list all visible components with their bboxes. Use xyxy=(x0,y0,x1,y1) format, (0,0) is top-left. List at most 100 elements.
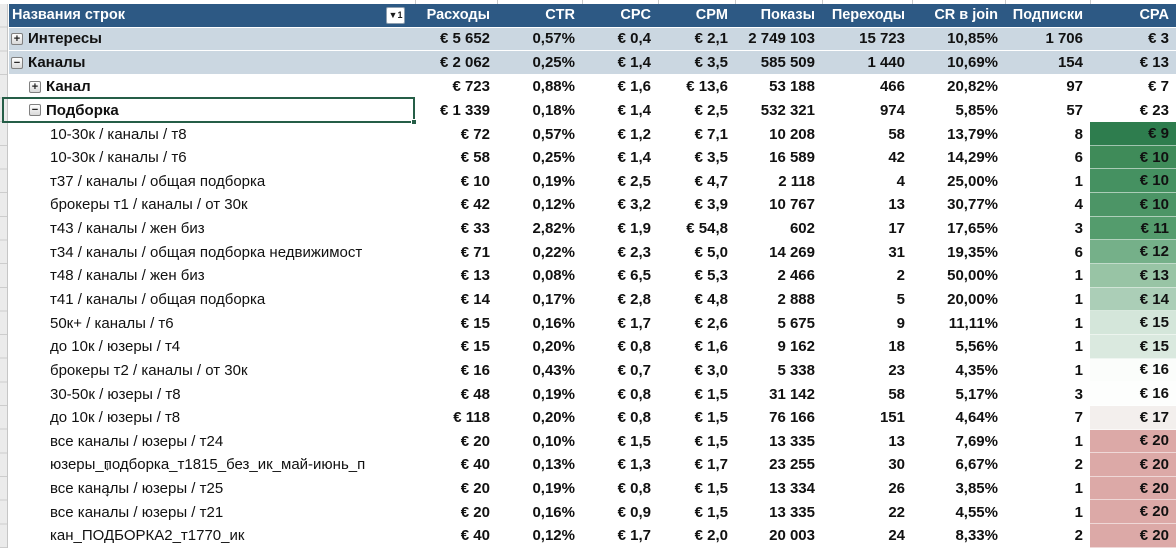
cell-subscriptions[interactable]: 8 xyxy=(1005,122,1090,146)
cell-ctr[interactable]: 0,19% xyxy=(497,382,582,406)
cell-ctr[interactable]: 0,08% xyxy=(497,264,582,288)
cell-expenses[interactable]: € 40 xyxy=(415,524,497,548)
cell-cpa[interactable]: € 20 xyxy=(1090,524,1176,548)
cell-cr-join[interactable]: 8,33% xyxy=(912,524,1005,548)
cell-impressions[interactable]: 9 162 xyxy=(735,335,822,359)
cell-impressions[interactable]: 53 188 xyxy=(735,75,822,99)
row-label-cell[interactable]: все каналы / юзеры / т25 xyxy=(9,477,415,501)
cell-impressions[interactable]: 2 466 xyxy=(735,264,822,288)
cell-cpa[interactable]: € 15 xyxy=(1090,311,1176,335)
cell-clicks[interactable]: 26 xyxy=(822,477,912,501)
cell-cr-join[interactable]: 6,67% xyxy=(912,453,1005,477)
cell-subscriptions[interactable]: 57 xyxy=(1005,99,1090,123)
cell-impressions[interactable]: 2 749 103 xyxy=(735,28,822,51)
cell-cpm[interactable]: € 2,1 xyxy=(658,28,735,51)
cell-cpa[interactable]: € 15 xyxy=(1090,334,1176,359)
cell-cpa[interactable]: € 11 xyxy=(1090,216,1176,241)
cell-cpa[interactable]: € 16 xyxy=(1090,358,1176,383)
cell-subscriptions[interactable]: 1 xyxy=(1005,500,1090,524)
cell-impressions[interactable]: 23 255 xyxy=(735,453,822,477)
cell-cr-join[interactable]: 4,35% xyxy=(912,359,1005,383)
cell-ctr[interactable]: 0,20% xyxy=(497,335,582,359)
cell-impressions[interactable]: 16 589 xyxy=(735,146,822,170)
cell-expenses[interactable]: € 14 xyxy=(415,288,497,312)
cell-cr-join[interactable]: 10,69% xyxy=(912,51,1005,74)
cell-cr-join[interactable]: 3,85% xyxy=(912,477,1005,501)
cell-cpm[interactable]: € 1,6 xyxy=(658,335,735,359)
cell-subscriptions[interactable]: 1 xyxy=(1005,288,1090,312)
cell-cpa[interactable]: € 13 xyxy=(1090,51,1176,74)
cell-cpc[interactable]: € 0,8 xyxy=(582,335,658,359)
cell-cr-join[interactable]: 50,00% xyxy=(912,264,1005,288)
cell-expenses[interactable]: € 1 339 xyxy=(415,99,497,123)
cell-cpm[interactable]: € 2,0 xyxy=(658,524,735,548)
cell-clicks[interactable]: 23 xyxy=(822,359,912,383)
cell-clicks[interactable]: 58 xyxy=(822,122,912,146)
row-label-cell[interactable]: т37 / каналы / общая подборка xyxy=(9,169,415,193)
row-label-cell[interactable]: брокеры т1 / каналы / от 30к xyxy=(9,193,415,217)
cell-cpa[interactable]: € 13 xyxy=(1090,264,1176,288)
cell-expenses[interactable]: € 5 652 xyxy=(415,28,497,51)
cell-cpm[interactable]: € 4,7 xyxy=(658,169,735,193)
cell-subscriptions[interactable]: 1 xyxy=(1005,477,1090,501)
cell-cpa[interactable]: € 23 xyxy=(1090,99,1176,123)
cell-cr-join[interactable]: 5,17% xyxy=(912,382,1005,406)
collapse-icon[interactable]: − xyxy=(29,104,41,117)
column-header-impressions[interactable]: Показы xyxy=(735,4,822,27)
column-header-cr-join[interactable]: CR в join xyxy=(912,4,1005,27)
cell-cpc[interactable]: € 1,2 xyxy=(582,122,658,146)
cell-impressions[interactable]: 76 166 xyxy=(735,406,822,430)
cell-cpc[interactable]: € 1,4 xyxy=(582,51,658,74)
cell-clicks[interactable]: 24 xyxy=(822,524,912,548)
cell-clicks[interactable]: 58 xyxy=(822,382,912,406)
cell-cr-join[interactable]: 25,00% xyxy=(912,169,1005,193)
cell-cpa[interactable]: € 7 xyxy=(1090,75,1176,99)
cell-expenses[interactable]: € 13 xyxy=(415,264,497,288)
cell-subscriptions[interactable]: 4 xyxy=(1005,193,1090,217)
cell-cpm[interactable]: € 3,9 xyxy=(658,193,735,217)
cell-expenses[interactable]: € 71 xyxy=(415,240,497,264)
cell-cpm[interactable]: € 1,5 xyxy=(658,500,735,524)
cell-cpa[interactable]: € 12 xyxy=(1090,240,1176,265)
cell-cr-join[interactable]: 19,35% xyxy=(912,240,1005,264)
cell-cpm[interactable]: € 54,8 xyxy=(658,217,735,241)
cell-subscriptions[interactable]: 3 xyxy=(1005,382,1090,406)
cell-cr-join[interactable]: 7,69% xyxy=(912,430,1005,454)
cell-subscriptions[interactable]: 154 xyxy=(1005,51,1090,74)
cell-clicks[interactable]: 31 xyxy=(822,240,912,264)
cell-clicks[interactable]: 2 xyxy=(822,264,912,288)
cell-cpa[interactable]: € 16 xyxy=(1090,382,1176,406)
column-header-cpm[interactable]: CPM xyxy=(658,4,735,27)
row-label-cell[interactable]: до 10к / юзеры / т8 xyxy=(9,406,415,430)
cell-cr-join[interactable]: 5,85% xyxy=(912,99,1005,123)
cell-cpm[interactable]: € 2,6 xyxy=(658,311,735,335)
row-label-cell[interactable]: + Интересы xyxy=(9,28,415,51)
cell-cpm[interactable]: € 3,5 xyxy=(658,146,735,170)
cell-subscriptions[interactable]: 97 xyxy=(1005,75,1090,99)
cell-cpa[interactable]: € 10 xyxy=(1090,169,1176,194)
cell-cpc[interactable]: € 0,8 xyxy=(582,477,658,501)
cell-cr-join[interactable]: 5,56% xyxy=(912,335,1005,359)
row-label-cell[interactable]: − Подборка xyxy=(9,99,415,123)
cell-cr-join[interactable]: 17,65% xyxy=(912,217,1005,241)
cell-cpm[interactable]: € 13,6 xyxy=(658,75,735,99)
cell-cpm[interactable]: € 1,5 xyxy=(658,406,735,430)
cell-subscriptions[interactable]: 6 xyxy=(1005,240,1090,264)
cell-cpm[interactable]: € 3,5 xyxy=(658,51,735,74)
row-label-cell[interactable]: т43 / каналы / жен биз xyxy=(9,217,415,241)
cell-impressions[interactable]: 602 xyxy=(735,217,822,241)
cell-ctr[interactable]: 0,13% xyxy=(497,453,582,477)
cell-impressions[interactable]: 10 208 xyxy=(735,122,822,146)
cell-cpc[interactable]: € 0,7 xyxy=(582,359,658,383)
cell-clicks[interactable]: 22 xyxy=(822,500,912,524)
cell-expenses[interactable]: € 16 xyxy=(415,359,497,383)
cell-expenses[interactable]: € 33 xyxy=(415,217,497,241)
row-label-cell[interactable]: 10-30к / каналы / т8 xyxy=(9,122,415,146)
cell-ctr[interactable]: 0,57% xyxy=(497,122,582,146)
cell-subscriptions[interactable]: 1 xyxy=(1005,335,1090,359)
cell-expenses[interactable]: € 10 xyxy=(415,169,497,193)
cell-clicks[interactable]: 30 xyxy=(822,453,912,477)
cell-ctr[interactable]: 0,16% xyxy=(497,500,582,524)
cell-ctr[interactable]: 0,12% xyxy=(497,524,582,548)
cell-cr-join[interactable]: 14,29% xyxy=(912,146,1005,170)
